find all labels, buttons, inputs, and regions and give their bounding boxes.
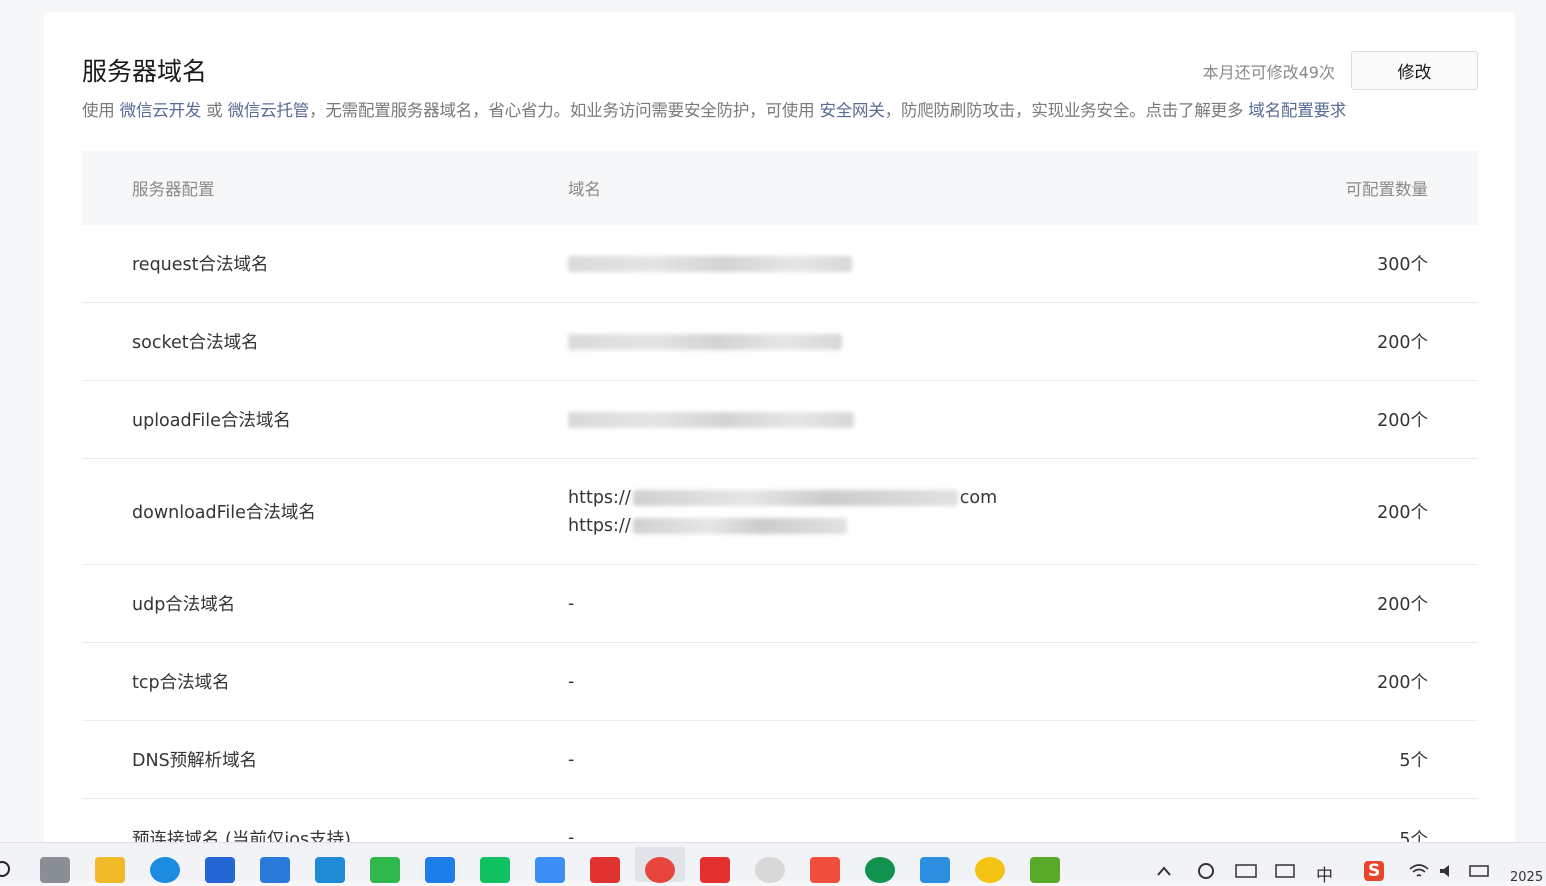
header-server-config: 服务器配置 <box>132 180 215 199</box>
table-row: tcp合法域名 - 200个 <box>82 643 1478 721</box>
row-count: 200个 <box>1377 411 1428 431</box>
domain-suffix: com <box>959 487 998 508</box>
sogou-ime-icon[interactable]: S <box>1364 861 1385 881</box>
row-name: socket合法域名 <box>132 333 259 353</box>
display-icon[interactable] <box>1275 863 1295 879</box>
domain-line-2: https:// <box>568 512 849 540</box>
row-count: 5个 <box>1399 751 1428 771</box>
edge-browser-icon[interactable] <box>150 857 180 883</box>
search-icon[interactable] <box>0 859 14 883</box>
header-domain: 域名 <box>568 180 601 199</box>
wechat-devtools-icon[interactable] <box>480 857 510 883</box>
redacted-domain <box>568 333 842 350</box>
sync-icon[interactable] <box>1195 861 1217 881</box>
security-gateway-link[interactable]: 安全网关 <box>819 101 884 120</box>
header-count: 可配置数量 <box>1345 180 1429 199</box>
mongodb-icon[interactable] <box>865 857 895 883</box>
domain-prefix: https:// <box>568 487 631 508</box>
row-name: DNS预解析域名 <box>132 751 258 771</box>
redacted-domain <box>632 517 847 534</box>
domain-prefix: https:// <box>568 515 631 536</box>
modify-button[interactable]: 修改 <box>1351 51 1478 90</box>
file-explorer-icon[interactable] <box>95 857 125 883</box>
notepad-icon[interactable] <box>920 857 950 883</box>
table-row: udp合法域名 - 200个 <box>82 565 1478 643</box>
domain-config-requirements-link[interactable]: 域名配置要求 <box>1248 101 1346 120</box>
battery-icon[interactable] <box>1468 863 1492 879</box>
chevron-up-icon[interactable] <box>1156 865 1172 877</box>
app-e-icon[interactable] <box>1030 857 1060 883</box>
table-header: 服务器配置 域名 可配置数量 <box>82 151 1478 225</box>
table-row: DNS预解析域名 - 5个 <box>82 721 1478 799</box>
table-row: downloadFile合法域名 https:// com https:// 2… <box>82 459 1478 565</box>
os-taskbar: 中 S 2025 <box>0 842 1546 886</box>
row-count: 200个 <box>1377 503 1428 523</box>
row-count: 200个 <box>1377 333 1428 353</box>
volume-icon[interactable] <box>1438 863 1458 879</box>
row-domain: - <box>568 593 575 614</box>
ime-indicator[interactable]: 中 <box>1316 861 1333 886</box>
row-name: udp合法域名 <box>132 595 236 615</box>
app-u-icon[interactable] <box>205 857 235 883</box>
row-name: uploadFile合法域名 <box>132 411 291 431</box>
row-count: 200个 <box>1377 673 1428 693</box>
task-view-icon[interactable] <box>40 857 70 883</box>
row-name: request合法域名 <box>132 255 269 275</box>
vscode-icon[interactable] <box>315 857 345 883</box>
desc-text-3: ，无需配置服务器域名，省心省力。如业务访问需要安全防护，可使用 <box>309 101 820 120</box>
clock-date[interactable]: 2025 <box>1510 870 1543 885</box>
row-domain-list: https:// com https:// <box>568 459 997 564</box>
desc-text-1: 使用 <box>82 101 120 120</box>
domain-line-1: https:// com <box>568 484 997 512</box>
chrome-icon[interactable] <box>645 857 675 883</box>
keyboard-icon[interactable] <box>1235 863 1257 879</box>
redacted-domain <box>632 489 958 506</box>
row-domain-redacted <box>568 381 854 458</box>
redacted-domain <box>568 411 854 428</box>
desc-text-2: 或 <box>201 101 228 120</box>
app-red-icon[interactable] <box>700 857 730 883</box>
feishu-icon[interactable] <box>535 857 565 883</box>
wifi-icon[interactable] <box>1408 863 1430 879</box>
row-domain-redacted <box>568 303 842 380</box>
remaining-modifications-text: 本月还可修改49次 <box>1202 63 1335 82</box>
row-domain-redacted <box>568 225 852 302</box>
row-domain: - <box>568 749 575 770</box>
wps-icon[interactable] <box>590 857 620 883</box>
table-row: socket合法域名 200个 <box>82 303 1478 381</box>
app-chat-icon[interactable] <box>755 857 785 883</box>
app-blue-icon[interactable] <box>425 857 455 883</box>
row-count: 300个 <box>1377 255 1428 275</box>
table-row: request合法域名 300个 <box>82 225 1478 303</box>
wechat-cloud-hosting-link[interactable]: 微信云托管 <box>228 101 310 120</box>
server-domain-table: 服务器配置 域名 可配置数量 request合法域名 300个 socket合法… <box>82 151 1478 877</box>
page-title: 服务器域名 <box>82 57 208 86</box>
row-name: tcp合法域名 <box>132 673 230 693</box>
desc-text-4: ，防爬防刷防攻击，实现业务安全。点击了解更多 <box>884 101 1249 120</box>
row-domain: - <box>568 671 575 692</box>
server-domain-card: 服务器域名 本月还可修改49次 修改 使用 微信云开发 或 微信云托管，无需配置… <box>44 12 1515 852</box>
wechat-cloud-dev-link[interactable]: 微信云开发 <box>120 101 202 120</box>
row-name: downloadFile合法域名 <box>132 503 316 523</box>
row-count: 200个 <box>1377 595 1428 615</box>
app-yellow-icon[interactable] <box>975 857 1005 883</box>
hbuilder-icon[interactable] <box>370 857 400 883</box>
description-text: 使用 微信云开发 或 微信云托管，无需配置服务器域名，省心省力。如业务访问需要安… <box>82 97 1346 121</box>
redacted-domain <box>568 255 852 272</box>
app-netease-icon[interactable] <box>810 857 840 883</box>
table-row: uploadFile合法域名 200个 <box>82 381 1478 459</box>
mail-icon[interactable] <box>260 857 290 883</box>
